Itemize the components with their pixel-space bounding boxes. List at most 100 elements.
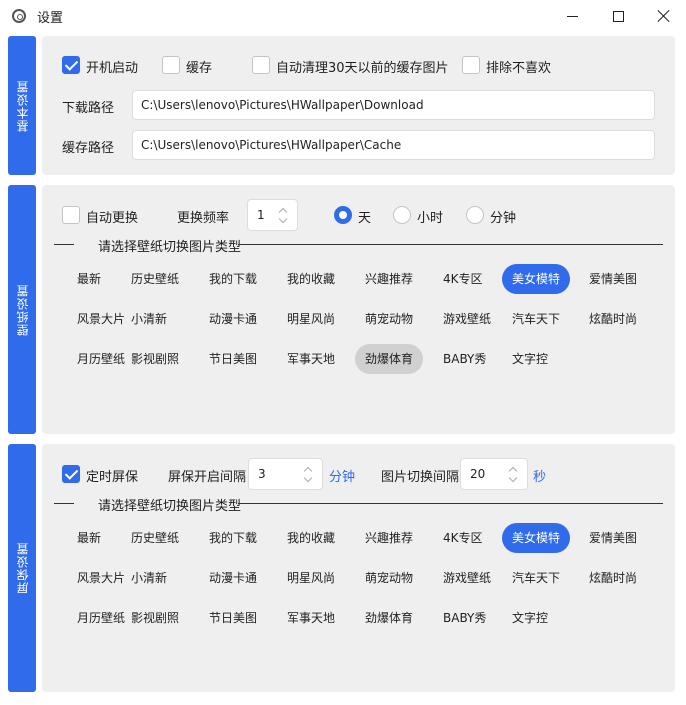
category-tag[interactable]: 美女模特 — [502, 523, 571, 553]
category-tag[interactable]: 历史壁纸 — [121, 264, 189, 294]
category-tag[interactable]: 游戏壁纸 — [433, 563, 501, 593]
category-tag[interactable]: 军事天地 — [277, 603, 345, 633]
category-heading: 请选择壁纸切换图片类型 — [98, 499, 242, 514]
category-tag[interactable]: 游戏壁纸 — [433, 304, 501, 334]
category-tag[interactable]: 明星风尚 — [277, 563, 345, 593]
frequency-spinbox[interactable]: 1 — [247, 199, 298, 231]
autoclean-label: 自动清理30天以前的缓存图片 — [276, 61, 449, 76]
category-tag[interactable]: 我的下载 — [199, 523, 267, 553]
minimize-icon — [566, 15, 578, 17]
tab-wallpaper-settings[interactable]: 壁纸设置 — [8, 185, 36, 434]
tab-basic-settings-label: 基本设置 — [15, 79, 30, 132]
category-tag[interactable]: 动漫卡通 — [199, 563, 267, 593]
startup-checkbox[interactable] — [62, 56, 80, 74]
category-tag[interactable]: 影视剧照 — [121, 603, 189, 633]
auto-change-label: 自动更换 — [86, 211, 139, 226]
minimize-button[interactable] — [549, 0, 595, 32]
category-tag[interactable]: 萌宠动物 — [355, 563, 423, 593]
unit-radio-minute[interactable] — [466, 206, 484, 224]
category-tag[interactable]: 炫酷时尚 — [579, 304, 647, 334]
unit-radio-day[interactable] — [334, 206, 352, 224]
category-tag[interactable]: 兴趣推荐 — [355, 523, 423, 553]
category-tag[interactable]: 汽车天下 — [502, 563, 570, 593]
tab-basic-settings[interactable]: 基本设置 — [8, 36, 36, 175]
category-tag[interactable]: 影视剧照 — [121, 344, 189, 374]
category-tag[interactable]: 文字控 — [502, 344, 558, 374]
category-tag[interactable]: 我的收藏 — [277, 264, 345, 294]
category-tag[interactable]: 4K专区 — [433, 264, 493, 294]
interval-spinbox[interactable]: 3 — [248, 458, 323, 490]
divider-right — [238, 244, 663, 245]
category-tag[interactable]: 4K专区 — [433, 523, 493, 553]
spin-arrows-icon[interactable] — [303, 466, 314, 483]
divider-left — [54, 503, 74, 504]
category-tag[interactable]: 最新 — [67, 523, 111, 553]
close-button[interactable] — [641, 0, 686, 32]
maximize-button[interactable] — [595, 0, 641, 32]
close-icon — [658, 10, 670, 22]
screensaver-settings-panel: 定时屏保 屏保开启间隔 3 分钟 图片切换间隔 20 秒 请选择壁纸切换图片类型… — [42, 444, 675, 692]
category-tag[interactable]: 兴趣推荐 — [355, 264, 423, 294]
category-heading: 请选择壁纸切换图片类型 — [98, 240, 242, 255]
basic-settings-panel: 开机启动 缓存 自动清理30天以前的缓存图片 排除不喜欢 下载路径 C:\Use… — [42, 36, 675, 175]
title-bar: 设置 — [0, 0, 686, 32]
category-tag[interactable]: 汽车天下 — [502, 304, 570, 334]
wallpaper-settings-panel: 自动更换 更换频率 1 天 小时 分钟 请选择壁纸切换图片类型 最新 历史壁纸 我的… — [42, 185, 675, 434]
category-tag[interactable]: 我的收藏 — [277, 523, 345, 553]
category-tag[interactable]: 萌宠动物 — [355, 304, 423, 334]
interval-value: 3 — [258, 467, 266, 481]
category-tag[interactable]: 节日美图 — [199, 603, 267, 633]
category-tag[interactable]: 节日美图 — [199, 344, 267, 374]
auto-change-checkbox[interactable] — [62, 206, 80, 224]
cache-checkbox[interactable] — [162, 56, 180, 74]
category-tag[interactable]: 小清新 — [121, 304, 177, 334]
tab-screensaver-settings-label: 屏保设置 — [15, 542, 30, 594]
switch-interval-spinbox[interactable]: 20 — [460, 458, 528, 490]
category-tag[interactable]: 美女模特 — [502, 264, 571, 294]
category-tag[interactable]: 明星风尚 — [277, 304, 345, 334]
autoclean-checkbox[interactable] — [252, 56, 270, 74]
category-tag[interactable]: 军事天地 — [277, 344, 345, 374]
maximize-icon — [612, 10, 624, 22]
cache-path-field[interactable]: C:\Users\lenovo\Pictures\HWallpaper\Cach… — [132, 130, 655, 160]
category-tag[interactable]: 小清新 — [121, 563, 177, 593]
frequency-label: 更换频率 — [177, 211, 230, 226]
tab-wallpaper-settings-label: 壁纸设置 — [15, 283, 30, 336]
switch-interval-unit: 秒 — [533, 470, 547, 485]
switch-interval-label: 图片切换间隔 — [381, 470, 460, 485]
category-tag[interactable]: 爱情美图 — [579, 264, 647, 294]
spin-arrows-icon[interactable] — [278, 207, 289, 224]
category-tag[interactable]: 动漫卡通 — [199, 304, 267, 334]
category-tag[interactable]: 我的下载 — [199, 264, 267, 294]
interval-unit: 分钟 — [329, 470, 356, 485]
category-tag[interactable]: BABY秀 — [433, 603, 496, 633]
window-title: 设置 — [37, 11, 64, 26]
timed-screensaver-label: 定时屏保 — [86, 470, 139, 485]
category-tag[interactable]: 爱情美图 — [579, 523, 647, 553]
category-tag[interactable]: 劲爆体育 — [355, 603, 423, 633]
exclude-checkbox[interactable] — [462, 56, 480, 74]
unit-radio-hour[interactable] — [393, 206, 411, 224]
category-tag[interactable]: BABY秀 — [433, 344, 496, 374]
frequency-value: 1 — [257, 208, 265, 222]
category-tag[interactable]: 劲爆体育 — [355, 344, 424, 374]
unit-radio-hour-label: 小时 — [417, 211, 444, 226]
unit-radio-minute-label: 分钟 — [490, 211, 517, 226]
category-tag[interactable]: 最新 — [67, 264, 111, 294]
category-tag[interactable]: 历史壁纸 — [121, 523, 189, 553]
interval-label: 屏保开启间隔 — [168, 470, 247, 485]
download-path-field[interactable]: C:\Users\lenovo\Pictures\HWallpaper\Down… — [132, 90, 655, 120]
spin-arrows-icon[interactable] — [508, 466, 519, 483]
switch-interval-value: 20 — [470, 467, 486, 481]
category-tag[interactable]: 文字控 — [502, 603, 558, 633]
app-icon — [12, 9, 26, 23]
timed-screensaver-checkbox[interactable] — [62, 465, 80, 483]
startup-label: 开机启动 — [86, 61, 139, 76]
divider-right — [238, 503, 663, 504]
download-path-label: 下载路径 — [62, 101, 115, 116]
divider-left — [54, 244, 74, 245]
category-tag[interactable]: 炫酷时尚 — [579, 563, 647, 593]
tab-screensaver-settings[interactable]: 屏保设置 — [8, 444, 36, 692]
unit-radio-day-label: 天 — [358, 211, 372, 226]
exclude-label: 排除不喜欢 — [486, 61, 552, 76]
